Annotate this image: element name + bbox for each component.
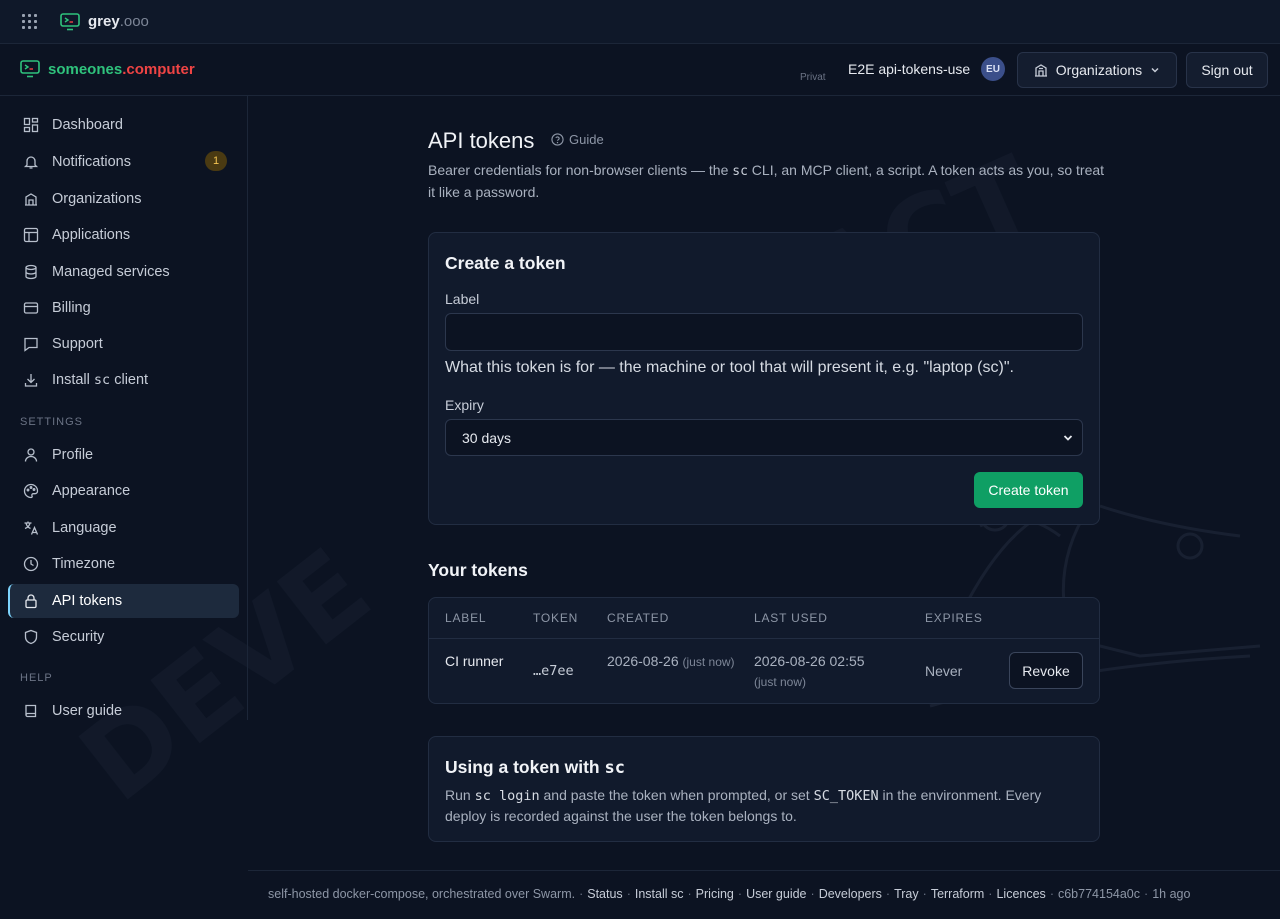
expiry-select[interactable]: 30 days	[445, 419, 1083, 456]
sidebar: Dashboard Notifications 1 Organizations …	[0, 96, 248, 720]
column-header-created: CREATED	[607, 611, 670, 625]
notification-count-badge: 1	[205, 151, 227, 171]
your-tokens-title: Your tokens	[428, 560, 528, 580]
footer-link-licences[interactable]: Licences	[996, 887, 1045, 901]
table-divider	[429, 638, 1099, 639]
create-token-button[interactable]: Create token	[974, 472, 1083, 508]
usage-text: Run sc login and paste the token when pr…	[445, 787, 1042, 824]
organizations-button-label: Organizations	[1055, 62, 1143, 78]
sidebar-item-user-guide[interactable]: User guide	[8, 694, 239, 728]
create-token-card: Create a token Label What this token is …	[428, 232, 1100, 525]
footer-link-pricing[interactable]: Pricing	[696, 887, 734, 901]
database-icon	[25, 264, 37, 280]
sidebar-item-organizations[interactable]: Organizations	[8, 182, 239, 216]
sidebar-item-appearance[interactable]: Appearance	[8, 474, 239, 508]
token-last-used-cell: 2026-08-26 02:55 (just now)	[754, 653, 865, 689]
footer-link-tray[interactable]: Tray	[894, 887, 919, 901]
brand-name: grey.ooo	[88, 13, 149, 30]
sidebar-item-timezone[interactable]: Timezone	[8, 547, 239, 581]
expiry-field-label: Expiry	[445, 397, 484, 413]
footer-link-terraform[interactable]: Terraform	[931, 887, 984, 901]
footer-commit: c6b774154a0c	[1057, 887, 1141, 901]
page-title: API tokens	[428, 128, 535, 153]
region-badge: EU	[981, 57, 1005, 81]
settings-section-label: SETTINGS	[20, 416, 84, 428]
download-icon	[24, 374, 38, 387]
chevron-down-icon	[1151, 67, 1159, 73]
token-label-input[interactable]	[445, 313, 1083, 351]
sidebar-item-applications[interactable]: Applications	[8, 218, 239, 252]
lock-icon	[25, 594, 37, 609]
footer-link-install[interactable]: Install sc	[635, 887, 684, 901]
private-tag: Privat	[800, 72, 826, 83]
footer-link-status[interactable]: Status	[587, 887, 622, 901]
credit-card-icon	[23, 302, 39, 314]
token-masked-cell: …e7ee	[533, 663, 574, 679]
organizations-button[interactable]: Organizations	[1017, 52, 1177, 88]
app-logo[interactable]: someones.computer	[20, 60, 195, 78]
revoke-button[interactable]: Revoke	[1009, 652, 1083, 689]
help-section-label: HELP	[20, 672, 53, 684]
tokens-table: LABEL TOKEN CREATED LAST USED EXPIRES CI…	[428, 597, 1100, 704]
footer-age: 1h ago	[1152, 887, 1191, 901]
app-logo-text: someones.computer	[48, 60, 195, 78]
column-header-token: TOKEN	[533, 611, 579, 625]
column-header-expires: EXPIRES	[925, 611, 983, 625]
clock-icon	[23, 556, 39, 572]
sidebar-item-support[interactable]: Support	[8, 327, 239, 361]
sidebar-item-managed-services[interactable]: Managed services	[8, 255, 239, 289]
label-field-label: Label	[445, 291, 480, 307]
column-header-label: LABEL	[445, 611, 487, 625]
user-name: E2E api-tokens-use	[848, 61, 971, 77]
expiry-selected-value: 30 days	[462, 429, 512, 446]
usage-card: Using a token with sc Run sc login and p…	[428, 736, 1100, 842]
shield-icon	[24, 629, 38, 645]
sign-out-button[interactable]: Sign out	[1186, 52, 1268, 88]
palette-icon	[23, 483, 39, 499]
footer: self-hosted docker-compose, orchestrated…	[248, 870, 1280, 919]
layout-icon	[23, 227, 39, 243]
book-icon	[25, 704, 37, 718]
terminal-screen-icon	[60, 12, 80, 30]
bell-icon	[23, 156, 39, 169]
user-icon	[24, 448, 38, 462]
column-header-last-used: LAST USED	[754, 611, 828, 625]
page-description: Bearer credentials for non-browser clien…	[428, 162, 1105, 200]
chat-icon	[24, 337, 38, 352]
sidebar-item-security[interactable]: Security	[8, 620, 239, 654]
footer-line: self-hosted docker-compose, orchestrated…	[268, 887, 1191, 901]
sidebar-item-api-tokens[interactable]: API tokens	[8, 584, 239, 618]
sidebar-item-notifications[interactable]: Notifications 1	[8, 145, 239, 179]
create-token-title: Create a token	[445, 253, 566, 273]
top-bar: grey.ooo	[0, 0, 1280, 44]
usage-title: Using a token with sc	[445, 757, 625, 778]
building-icon	[25, 193, 37, 206]
apps-grid-icon[interactable]	[22, 13, 38, 30]
token-label-cell: CI runner	[445, 653, 504, 669]
sidebar-item-profile[interactable]: Profile	[8, 438, 239, 472]
app-header: someones.computer Privat E2E api-tokens-…	[0, 44, 1280, 96]
footer-link-developers[interactable]: Developers	[819, 887, 882, 901]
chevron-down-icon	[1063, 435, 1073, 441]
terminal-screen-icon	[20, 60, 40, 78]
building-icon	[1034, 64, 1047, 77]
dashboard-icon	[23, 117, 39, 133]
sidebar-item-install-client[interactable]: Install sc client	[8, 363, 239, 397]
brand-link[interactable]: grey.ooo	[60, 12, 149, 31]
translate-icon	[24, 521, 39, 535]
token-created-cell: 2026-08-26 (just now)	[607, 653, 735, 669]
sidebar-item-language[interactable]: Language	[8, 511, 239, 545]
sidebar-item-dashboard[interactable]: Dashboard	[8, 108, 239, 142]
label-help-text: What this token is for — the machine or …	[445, 359, 1014, 376]
sidebar-item-billing[interactable]: Billing	[8, 291, 239, 325]
guide-link[interactable]: Guide	[551, 132, 604, 147]
footer-link-user-guide[interactable]: User guide	[746, 887, 806, 901]
token-expires-cell: Never	[925, 663, 963, 679]
help-circle-icon	[551, 133, 564, 146]
